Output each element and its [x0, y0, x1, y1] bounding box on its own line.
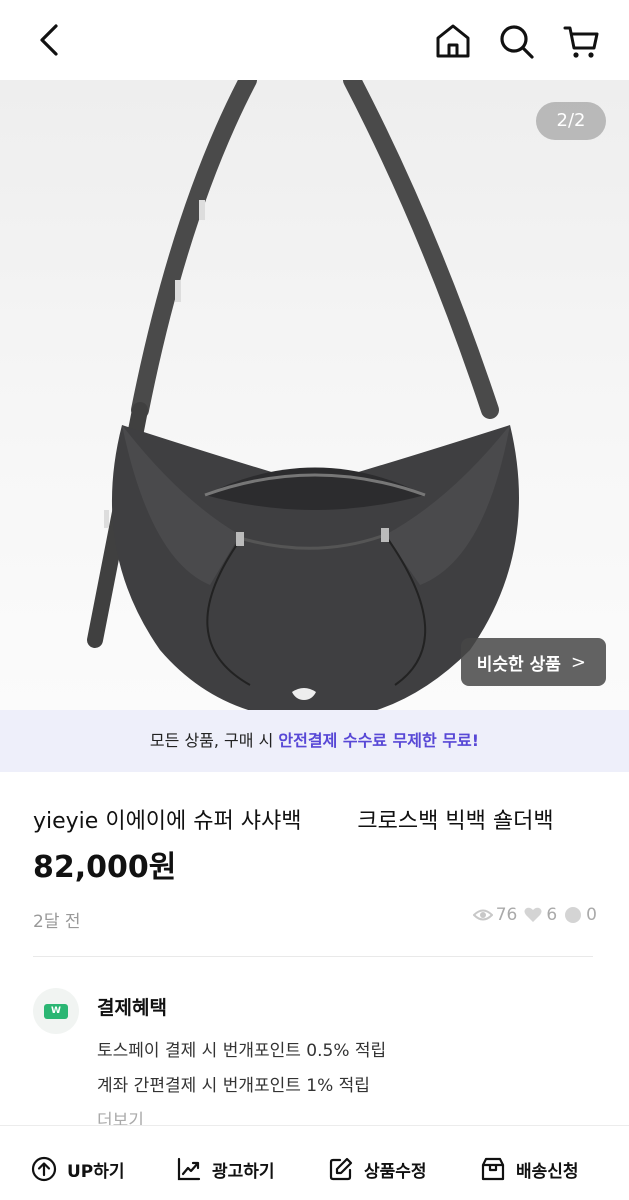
arrow-up-circle-icon — [31, 1156, 57, 1182]
shipping-request-button[interactable]: 배송신청 — [480, 1156, 579, 1182]
chat-count: 0 — [586, 905, 597, 925]
page-indicator: 2/2 — [536, 102, 606, 140]
payment-benefit-icon: W — [33, 988, 79, 1034]
search-icon[interactable] — [495, 20, 537, 62]
payment-benefit-title: 결제혜택 — [97, 997, 167, 1019]
like-count: 6 — [546, 905, 558, 925]
safe-payment-promo-banner[interactable]: 모든 상품, 구매 시 안전결제 수수료 무제한 무료! — [0, 710, 629, 772]
up-button[interactable]: UP하기 — [31, 1156, 125, 1182]
advertise-label: 광고하기 — [212, 1161, 275, 1182]
won-card-icon: W — [44, 1004, 68, 1019]
product-price: 82,000원 — [33, 850, 177, 885]
promo-prefix: 모든 상품, 구매 시 — [149, 731, 279, 750]
chat-bubble-icon — [565, 907, 582, 923]
edit-product-button[interactable]: 상품수정 — [328, 1156, 427, 1182]
eye-icon — [472, 909, 493, 921]
similar-products-button[interactable]: 비슷한 상품 > — [460, 638, 606, 686]
promo-accent: 안전결제 수수료 무제한 무료! — [278, 731, 480, 750]
product-photo — [87, 80, 519, 710]
payment-benefit-account: 계좌 간편결제 시 번개포인트 1% 적립 — [97, 1076, 370, 1096]
product-image-gallery[interactable]: 2/2 비슷한 상품 > — [0, 80, 629, 710]
up-label: UP하기 — [67, 1161, 125, 1182]
top-bar — [0, 0, 629, 80]
edit-label: 상품수정 — [364, 1161, 427, 1182]
view-count: 76 — [495, 905, 518, 925]
box-icon — [481, 1157, 505, 1181]
divider — [33, 956, 593, 957]
product-stats: 76 6 0 — [472, 905, 597, 925]
cart-icon[interactable] — [560, 20, 602, 62]
product-title: yieyie 이에이에 슈퍼 샤샤백 크로스백 빅백 숄더백 — [33, 809, 554, 834]
trend-chart-icon — [177, 1157, 201, 1181]
edit-icon — [329, 1157, 353, 1181]
heart-icon — [524, 907, 542, 922]
payment-benefit-tosspay: 토스페이 결제 시 번개포인트 0.5% 적립 — [97, 1041, 387, 1061]
home-icon[interactable] — [432, 20, 474, 62]
bottom-action-bar: UP하기 광고하기 상품수정 배송신청 — [0, 1125, 629, 1200]
chevron-right-icon: > — [570, 651, 586, 673]
posted-time: 2달 전 — [33, 912, 81, 932]
advertise-button[interactable]: 광고하기 — [176, 1156, 275, 1182]
shipping-label: 배송신청 — [516, 1161, 579, 1182]
back-icon[interactable] — [30, 20, 70, 60]
similar-products-label: 비슷한 상품 — [476, 654, 561, 675]
